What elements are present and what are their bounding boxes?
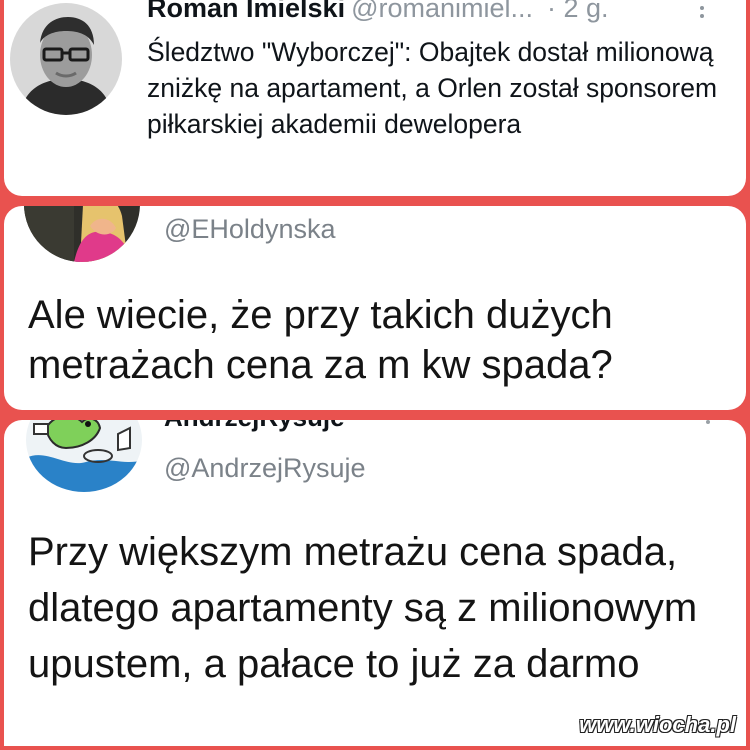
author-name[interactable]: Roman Imielski: [147, 0, 345, 23]
author-handle[interactable]: @EHoldynska: [164, 214, 335, 245]
tweet-card-roman-imielski[interactable]: Roman Imielski @romanimiel... · 2 g. Śledz…: [4, 0, 746, 196]
tweet-text: Ale wiecie, że przy takich dużych metraż…: [28, 293, 613, 387]
avatar-roman-imielski[interactable]: [10, 3, 122, 115]
avatar-andrzejrysuje[interactable]: [26, 420, 142, 492]
avatar-eholdynska[interactable]: [24, 206, 140, 262]
tweet-card-andrzejrysuje[interactable]: AndrzejRysuje @AndrzejRysuje Przy większ…: [4, 420, 746, 746]
author-handle[interactable]: @romanimiel...: [351, 0, 533, 23]
more-options-icon[interactable]: [706, 420, 712, 430]
watermark: www.wiocha.pl: [579, 712, 736, 737]
author-name-partial[interactable]: AndrzejRysuje: [164, 420, 345, 433]
tweet-text: Śledztwo "Wyborczej": Obajtek dostał mil…: [147, 37, 718, 139]
more-options-icon[interactable]: [698, 6, 706, 28]
author-handle[interactable]: @AndrzejRysuje: [164, 453, 366, 484]
tweet-text: Przy większym metrażu cena spada, dlateg…: [28, 530, 698, 686]
tweet-timestamp[interactable]: · 2 g.: [547, 0, 609, 23]
tweet-header: Roman Imielski @romanimiel... · 2 g.: [147, 0, 609, 25]
tweet-card-eholdynska[interactable]: @EHoldynska Ale wiecie, że przy takich d…: [4, 206, 746, 410]
